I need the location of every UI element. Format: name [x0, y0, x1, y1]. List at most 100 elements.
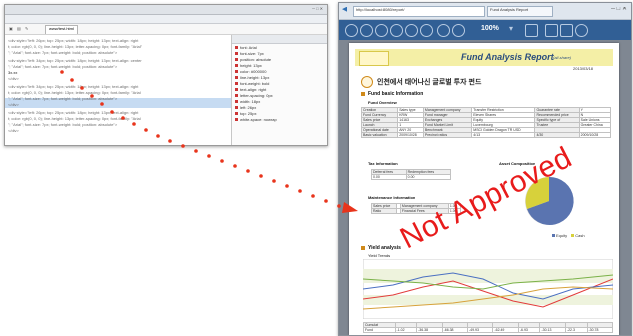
- report-date: 2013/03/18: [573, 66, 594, 71]
- connector-dot: [298, 189, 302, 193]
- code-editor-window: ─ □ ✕ ▣ ▤ ✎ www/test.html <div style="le…: [4, 4, 328, 146]
- first-page-icon[interactable]: [360, 24, 373, 37]
- prev-page-icon[interactable]: [375, 24, 388, 37]
- property-item[interactable]: font-size: 7px: [235, 51, 325, 56]
- connector-dot: [246, 169, 250, 173]
- code-line: <div style="left: 34px; top: 25px; width…: [8, 84, 139, 89]
- report-main-title: 인천에서 태어나신 글로벌 투자 펀드: [377, 79, 482, 86]
- panel-header: [232, 35, 327, 44]
- table-cell: -49.93: [467, 327, 494, 333]
- table-cell: -1.02: [394, 327, 418, 333]
- connector-dot: [233, 164, 237, 168]
- edit-icon[interactable]: ✎: [25, 26, 28, 31]
- maximize-icon[interactable]: □: [316, 6, 318, 11]
- section-overview: Fund Overview: [368, 100, 397, 105]
- section-yield-trends: Yield Trends: [368, 253, 391, 258]
- property-item[interactable]: letter-spacing: 0px: [235, 93, 325, 98]
- zoom-level[interactable]: 100%: [481, 25, 499, 32]
- property-item[interactable]: color: #000000: [235, 69, 325, 74]
- code-line: </div>: [8, 128, 19, 133]
- tab-report[interactable]: Fund Analysis Report: [487, 6, 553, 17]
- property-item[interactable]: line-height: 13px: [235, 75, 325, 80]
- property-item[interactable]: height: 13px: [235, 63, 325, 68]
- yield-trend-chart: [363, 259, 613, 319]
- section-basic: Fund basic Information: [368, 91, 424, 97]
- property-item[interactable]: width: 18px: [235, 99, 325, 104]
- zoom-dropdown-icon[interactable]: ▾: [509, 24, 513, 33]
- table-cell: -30.13: [539, 327, 566, 333]
- property-item[interactable]: position: absolute: [235, 57, 325, 62]
- browser-tabstrip: ◀ http://localhost:8080/report/ Fund Ana…: [339, 3, 631, 20]
- code-line: "; "Arial"; font-size: 7px; font-weight:…: [8, 122, 118, 127]
- code-line: "; "Arial"; font-size: 7px; font-weight:…: [8, 96, 118, 101]
- code-line: t; color: rgb(0, 0, 0); line-height: 13p…: [8, 44, 143, 49]
- property-item[interactable]: font: Arial: [235, 45, 325, 50]
- property-item[interactable]: text-align: right: [235, 87, 325, 92]
- report-subtitle: (all-share): [553, 55, 572, 60]
- property-item[interactable]: top: 25px: [235, 111, 325, 116]
- editor-menubar: [5, 15, 327, 24]
- connector-dot: [324, 199, 328, 203]
- code-line: "; "Arial"; font-size: 7px; font-weight:…: [8, 50, 118, 55]
- section-yield: Yield analysis: [368, 245, 401, 251]
- property-item[interactable]: white-space: nowrap: [235, 117, 325, 122]
- table-cell: -22.3: [564, 327, 588, 333]
- section-maintenance: Maintenance Information: [368, 195, 416, 200]
- code-line: t; color: rgb(0, 0, 0); line-height: 13p…: [8, 116, 141, 121]
- asset-legend: Equity Cash: [549, 233, 585, 238]
- zoom-out-icon[interactable]: [452, 24, 465, 37]
- code-line: <div style="left: 26px; top: 25px; width…: [8, 38, 139, 43]
- open-icon[interactable]: ▤: [17, 26, 21, 31]
- section-marker: [361, 246, 365, 250]
- table-cell: 4/13: [471, 132, 536, 138]
- connector-dot: [194, 149, 198, 153]
- properties-panel: font: Arial font-size: 7px position: abs…: [232, 35, 327, 145]
- code-line: <div style="left: 34px; top: 25px; width…: [8, 58, 142, 63]
- save-icon[interactable]: [545, 24, 558, 37]
- code-line: t; color: rgb(0, 0, 0); line-height: 13p…: [8, 90, 141, 95]
- property-item[interactable]: left: 26px: [235, 105, 325, 110]
- property-item[interactable]: font-weight: bold: [235, 81, 325, 86]
- window-controls[interactable]: ─ □ ✕: [312, 6, 323, 11]
- refresh-icon[interactable]: [420, 24, 433, 37]
- export-icon[interactable]: [525, 24, 538, 37]
- table-cell: Precinct ratios: [422, 132, 473, 138]
- print-icon[interactable]: [560, 24, 573, 37]
- browser-window-controls[interactable]: ─ □ ✕: [611, 7, 627, 12]
- table-cell: Basic valuation: [360, 132, 399, 138]
- back-icon[interactable]: ◀: [342, 7, 347, 12]
- code-line: </div>: [8, 102, 19, 107]
- table-cell: -36.38: [416, 327, 443, 333]
- connector-dot: [272, 179, 276, 183]
- search-icon[interactable]: [575, 24, 588, 37]
- code-pane[interactable]: <div style="left: 26px; top: 25px; width…: [5, 35, 232, 145]
- section-tax: Tax Information: [368, 161, 398, 166]
- tab-report-title: Fund Analysis Report: [490, 7, 529, 12]
- zoom-in-icon[interactable]: [437, 24, 450, 37]
- connector-dot: [259, 174, 263, 178]
- table-cell: 2009/10/28: [578, 132, 612, 138]
- report-title: Fund Analysis Report: [461, 52, 554, 62]
- home-icon[interactable]: [345, 24, 358, 37]
- close-icon[interactable]: ✕: [320, 6, 323, 11]
- last-page-icon[interactable]: [405, 24, 418, 37]
- table-cell: 0.00: [405, 174, 452, 180]
- next-page-icon[interactable]: [390, 24, 403, 37]
- legend-swatch-cash: [571, 234, 575, 238]
- cumulative-table: Cumulat Fund -1.02 -36.38 -66.38 -49.93 …: [363, 322, 614, 333]
- minimize-icon[interactable]: ─: [312, 6, 315, 11]
- code-line-selected: 3x.xx: [8, 70, 18, 75]
- table-cell: -6.93: [517, 327, 541, 333]
- browser-window: ◀ http://localhost:8080/report/ Fund Ana…: [338, 2, 632, 336]
- table-cell: 2009/10/28: [397, 132, 424, 138]
- report-main-icon: [361, 76, 373, 88]
- editor-titlebar: ─ □ ✕: [5, 5, 327, 15]
- table-cell: -30.78: [586, 327, 614, 333]
- connector-dot: [207, 154, 211, 158]
- address-bar[interactable]: http://localhost:8080/report/: [353, 6, 485, 17]
- table-cell: -66.38: [441, 327, 469, 333]
- report-logo: [359, 51, 389, 66]
- tab-file[interactable]: www/test.html: [45, 25, 78, 34]
- save-icon[interactable]: ▣: [9, 26, 13, 31]
- table-cell: 0.00: [371, 174, 407, 180]
